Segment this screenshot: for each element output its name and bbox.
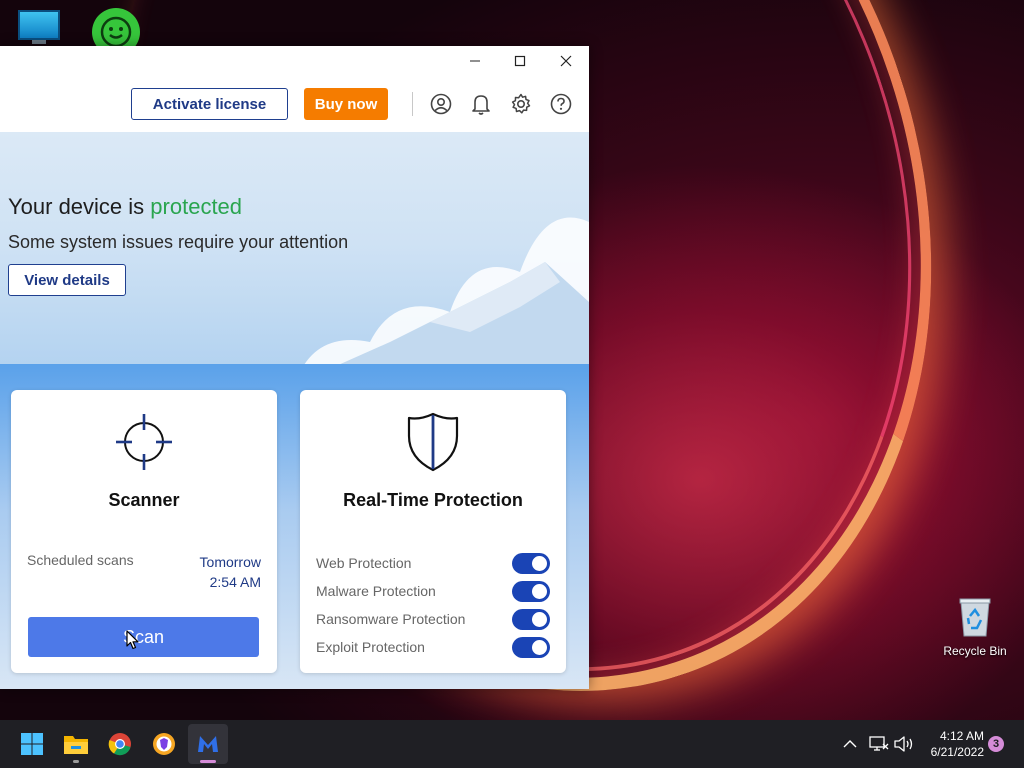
malware-protection-row: Malware Protection — [316, 581, 550, 603]
clock-time: 4:12 AM — [939, 729, 984, 743]
scheduled-scans-time: Tomorrow 2:54 AM — [200, 552, 261, 592]
ransomware-protection-row: Ransomware Protection — [316, 609, 550, 631]
app-header: Activate license Buy now — [0, 76, 589, 132]
minimize-button[interactable] — [452, 46, 498, 76]
status-subtitle: Some system issues require your attentio… — [8, 232, 349, 252]
scheduled-day: Tomorrow — [199, 554, 261, 570]
status-protected-word: protected — [150, 194, 243, 219]
toggle-knob — [532, 584, 547, 599]
clock-date: 6/21/2022 — [930, 745, 984, 759]
malware-protection-toggle[interactable] — [512, 581, 550, 602]
header-divider — [412, 92, 413, 116]
bell-icon[interactable] — [469, 92, 493, 116]
shield-icon — [407, 412, 459, 472]
exploit-protection-toggle[interactable] — [512, 637, 550, 658]
maximize-button[interactable] — [497, 46, 543, 76]
device-status-title: Your device is protected — [8, 194, 242, 220]
title-bar[interactable] — [0, 46, 589, 76]
shield-icon-wrap — [300, 412, 566, 472]
toggle-knob — [532, 556, 547, 571]
recycle-bin-icon — [957, 596, 993, 638]
malwarebytes-taskbar-button[interactable] — [188, 724, 228, 764]
brave-taskbar-button[interactable] — [144, 724, 184, 764]
view-details-button[interactable]: View details — [8, 264, 126, 296]
ransomware-protection-toggle[interactable] — [512, 609, 550, 630]
scan-button[interactable]: Scan — [28, 617, 259, 657]
scanner-title: Scanner — [108, 490, 180, 510]
exploit-protection-row: Exploit Protection — [316, 637, 550, 659]
chevron-up-icon — [843, 740, 857, 748]
toggle-knob — [532, 612, 547, 627]
malware-protection-label: Malware Protection — [316, 583, 436, 599]
activate-license-button[interactable]: Activate license — [131, 88, 288, 120]
scanner-card[interactable]: Scanner Scheduled scans Tomorrow 2:54 AM… — [11, 390, 277, 673]
close-icon — [560, 55, 572, 67]
minimize-icon — [470, 60, 480, 62]
file-explorer-taskbar-button[interactable] — [56, 724, 96, 764]
active-indicator — [200, 760, 216, 763]
running-indicator — [73, 760, 79, 763]
close-button[interactable] — [543, 46, 589, 76]
recycle-bin-desktop-icon[interactable]: Recycle Bin — [940, 596, 1010, 658]
ransomware-protection-label: Ransomware Protection — [316, 611, 466, 627]
toggle-knob — [532, 640, 547, 655]
show-hidden-icons-button[interactable] — [840, 734, 860, 754]
taskbar-clock[interactable]: 4:12 AM 6/21/2022 — [924, 728, 984, 760]
scanner-icon-wrap — [11, 412, 277, 472]
malwarebytes-window: Activate license Buy now Your device is … — [0, 46, 589, 689]
status-title-prefix: Your device is — [8, 194, 145, 219]
monitor-stand — [32, 40, 46, 44]
gear-icon[interactable] — [509, 92, 533, 116]
account-icon[interactable] — [429, 92, 453, 116]
dashboard-cards: Scanner Scheduled scans Tomorrow 2:54 AM… — [0, 364, 589, 689]
realtime-protection-card[interactable]: Real-Time Protection Web Protection Malw… — [300, 390, 566, 673]
malwarebytes-icon — [198, 736, 218, 752]
web-protection-row: Web Protection — [316, 553, 550, 575]
chrome-taskbar-button[interactable] — [100, 724, 140, 764]
buy-now-button[interactable]: Buy now — [304, 88, 388, 120]
crosshair-icon — [116, 414, 172, 470]
exploit-protection-label: Exploit Protection — [316, 639, 425, 655]
scheduled-scans-label: Scheduled scans — [27, 552, 134, 568]
windows-start-icon — [21, 733, 43, 755]
mouse-cursor-icon — [126, 630, 139, 650]
volume-tray-button[interactable] — [893, 734, 915, 754]
maximize-icon — [514, 55, 526, 67]
recycle-bin-label: Recycle Bin — [943, 644, 1007, 658]
start-button[interactable] — [12, 724, 52, 764]
help-icon[interactable] — [549, 92, 573, 116]
notification-count-badge[interactable]: 3 — [988, 736, 1004, 752]
brave-icon — [153, 733, 175, 755]
chrome-icon — [108, 733, 131, 756]
volume-icon — [894, 736, 913, 752]
monitor-icon — [18, 10, 60, 40]
network-icon — [869, 736, 889, 751]
file-explorer-icon — [64, 736, 88, 754]
web-protection-toggle[interactable] — [512, 553, 550, 574]
web-protection-label: Web Protection — [316, 555, 412, 571]
scheduled-time: 2:54 AM — [209, 574, 261, 590]
realtime-protection-title: Real-Time Protection — [343, 490, 523, 510]
network-tray-button[interactable] — [868, 734, 890, 754]
this-pc-desktop-icon[interactable] — [18, 10, 60, 44]
taskbar: 4:12 AM 6/21/2022 3 — [0, 720, 1024, 768]
